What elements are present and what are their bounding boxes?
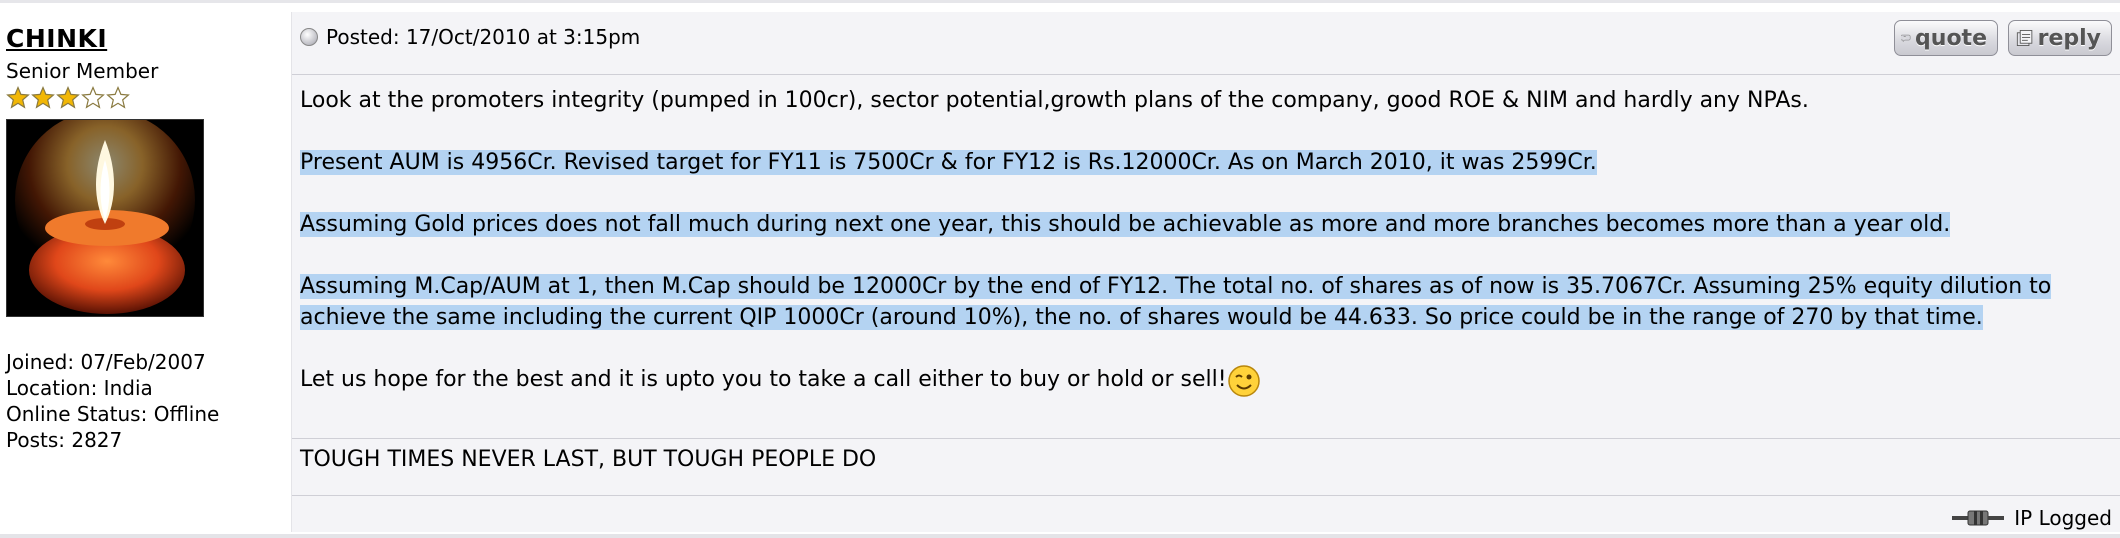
star-empty-icon	[81, 85, 105, 109]
post-header: Posted: 17/Oct/2010 at 3:15pm " quote re…	[292, 12, 2120, 75]
post-paragraph-highlighted: Assuming M.Cap/AUM at 1, then M.Cap shou…	[300, 271, 2112, 333]
reply-icon	[2016, 30, 2033, 46]
post-body: Look at the promoters integrity (pumped …	[292, 75, 2120, 398]
highlighted-text: Present AUM is 4956Cr. Revised target fo…	[300, 150, 1597, 175]
star-filled-icon	[6, 85, 30, 109]
ip-logged-icon	[1952, 510, 2005, 526]
avatar-candle	[7, 120, 203, 316]
username-link[interactable]: CHINKI	[6, 24, 107, 53]
highlighted-text: Assuming Gold prices does not fall much …	[300, 212, 1951, 237]
joined-date: Joined: 07/Feb/2007	[6, 350, 206, 374]
online-status: Online Status: Offline	[6, 402, 220, 426]
quote-icon: "	[1901, 34, 1911, 43]
post-bullet-icon	[300, 28, 318, 46]
highlighted-text: Assuming M.Cap/AUM at 1, then M.Cap shou…	[300, 274, 2052, 330]
quote-label: quote	[1915, 25, 1987, 51]
user-rank: Senior Member	[6, 59, 159, 83]
user-location: Location: India	[6, 376, 153, 400]
posted-text: Posted: 17/Oct/2010 at 3:15pm	[326, 25, 641, 49]
wink-smiley-icon	[1227, 365, 1260, 397]
reply-button[interactable]: reply	[2008, 20, 2112, 56]
user-panel: CHINKI Senior Member Joined: 07/Feb/2007…	[0, 12, 292, 532]
bottom-border	[0, 534, 2120, 538]
signature: TOUGH TIMES NEVER LAST, BUT TOUGH PEOPLE…	[292, 438, 2120, 496]
post-paragraph-highlighted: Assuming Gold prices does not fall much …	[300, 209, 2112, 240]
star-empty-icon	[106, 85, 130, 109]
post-count: Posts: 2827	[6, 428, 123, 452]
avatar	[6, 119, 204, 317]
top-border	[0, 0, 2120, 3]
forum-post: CHINKI Senior Member Joined: 07/Feb/2007…	[0, 12, 2120, 532]
post-paragraph: Let us hope for the best and it is upto …	[300, 364, 2112, 398]
post-paragraph-highlighted: Present AUM is 4956Cr. Revised target fo…	[300, 147, 2112, 178]
post-content: Posted: 17/Oct/2010 at 3:15pm " quote re…	[292, 12, 2120, 532]
closing-text: Let us hope for the best and it is upto …	[300, 367, 1227, 392]
rank-stars	[6, 85, 291, 115]
post-paragraph: Look at the promoters integrity (pumped …	[300, 88, 1809, 113]
star-filled-icon	[31, 85, 55, 109]
ip-logged-label: IP Logged	[2014, 506, 2112, 530]
reply-label: reply	[2037, 25, 2101, 51]
star-filled-icon	[56, 85, 80, 109]
user-info: Joined: 07/Feb/2007 Location: India Onli…	[6, 349, 291, 453]
quote-button[interactable]: " quote	[1894, 20, 1998, 56]
post-actions: " quote reply	[1894, 20, 2112, 56]
posted-date: Posted: 17/Oct/2010 at 3:15pm	[300, 25, 640, 49]
ip-logged: IP Logged	[1952, 506, 2112, 530]
